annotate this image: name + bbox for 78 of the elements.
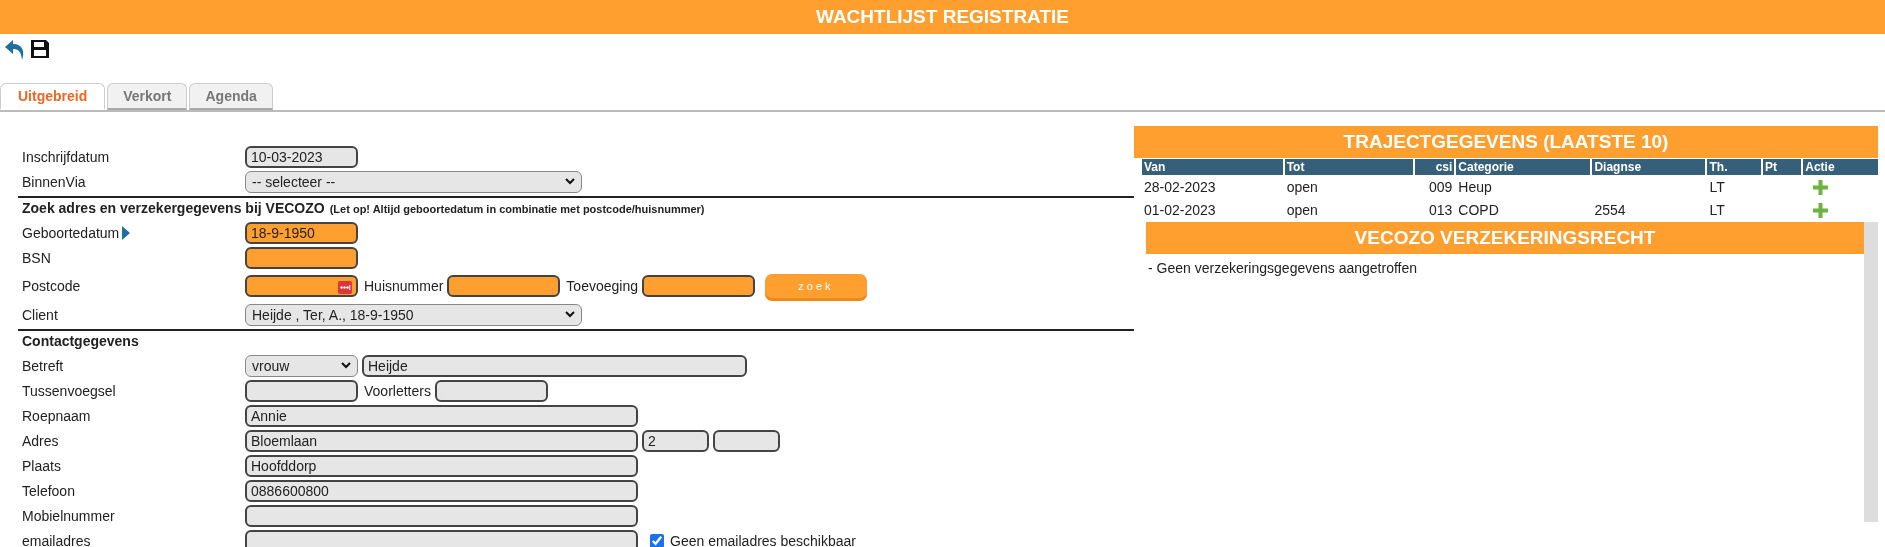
field-label: Inschrijfdatum (22, 148, 110, 165)
column-header: Tot (1284, 159, 1414, 175)
input-field[interactable]: 18-9-1950 (245, 221, 358, 244)
table-cell: LT (1709, 179, 1725, 195)
checkbox[interactable] (650, 533, 664, 547)
table-cell: 009 (1428, 179, 1453, 195)
status-message: - Geen verzekeringsgegevens aangetroffen (1147, 259, 1419, 278)
input-field[interactable] (245, 504, 638, 527)
input-field[interactable]: 0886600800 (245, 479, 638, 502)
field-label: Huisnummer (364, 278, 444, 294)
column-header: csi (1415, 159, 1455, 175)
dropdown-value: -- selecteer -- (252, 173, 336, 190)
input-field[interactable] (713, 429, 780, 452)
input-field[interactable]: 10-03-2023 (245, 145, 358, 168)
column-header: Diagnse (1592, 159, 1706, 175)
dropdown-value: vrouw (252, 357, 290, 374)
triangle-right-icon[interactable] (122, 225, 131, 240)
chevron-down-icon (565, 178, 575, 185)
dropdown[interactable]: Heijde , Ter, A., 18-9-1950 (245, 303, 582, 326)
column-header: Th. (1707, 159, 1761, 175)
input-field[interactable]: Annie (245, 404, 638, 427)
table-cell: open (1286, 179, 1318, 195)
input-field[interactable] (642, 275, 755, 297)
dropdown-value: Heijde , Ter, A., 18-9-1950 (252, 306, 414, 323)
field-label: Postcode (22, 278, 81, 294)
table-cell: open (1286, 202, 1318, 218)
field-label: BinnenVia (22, 173, 86, 190)
plus-icon[interactable] (1813, 202, 1829, 218)
section-heading: Zoek adres en verzekergegevens bij VECOZO (22, 200, 325, 216)
dropdown[interactable]: vrouw (245, 354, 358, 377)
input-field[interactable]: Heijde (362, 354, 747, 377)
input-field[interactable] (245, 275, 358, 297)
column-header: Categorie (1456, 159, 1591, 175)
table-cell: LT (1709, 202, 1725, 218)
input-field[interactable] (245, 379, 358, 402)
field-label: Adres (22, 432, 59, 449)
tab[interactable]: Agenda (189, 83, 273, 110)
input-field[interactable] (447, 275, 561, 297)
save-icon[interactable] (30, 38, 50, 60)
field-label: Geboortedatum (22, 224, 120, 241)
column-header: Van (1142, 159, 1283, 175)
field-label: BSN (22, 249, 51, 266)
table-cell: Heup (1458, 179, 1492, 195)
table-cell: COPD (1458, 202, 1499, 218)
field-label: Client (22, 306, 58, 323)
panel-title: VECOZO VERZEKERINGSRECHT (1146, 222, 1864, 254)
table-cell: 01-02-2023 (1144, 202, 1216, 218)
checkbox-label: Geen emailadres beschikbaar (670, 532, 856, 547)
section-heading: Contactgegevens (22, 333, 139, 349)
field-label: Betreft (22, 357, 64, 374)
dots-icon[interactable] (338, 281, 352, 294)
field-label: Mobielnummer (22, 507, 115, 524)
column-header: Actie (1803, 159, 1878, 175)
chevron-down-icon (565, 311, 575, 318)
dropdown[interactable]: -- selecteer -- (245, 170, 582, 193)
plus-icon[interactable] (1813, 179, 1829, 195)
field-label: emailadres (22, 532, 91, 547)
panel-title: TRAJECTGEGEVENS (LAATSTE 10) (1134, 126, 1878, 158)
field-label: Toevoeging (566, 278, 638, 294)
table-cell: 28-02-2023 (1144, 179, 1216, 195)
chevron-down-icon (341, 362, 351, 369)
field-label: Telefoon (22, 482, 75, 499)
input-field[interactable] (434, 379, 548, 402)
column-header: Pt (1763, 159, 1802, 175)
page-title: WACHTLIJST REGISTRATIE (0, 0, 1885, 34)
input-field[interactable] (245, 246, 358, 269)
field-label: Roepnaam (22, 407, 91, 424)
input-field[interactable]: Hoofddorp (245, 454, 638, 477)
tab[interactable]: Verkort (107, 83, 188, 110)
note-text: (Let op! Altijd geboortedatum in combinatie met postcode/huisnummer) (329, 203, 705, 215)
field-label: Tussenvoegsel (22, 382, 116, 399)
input-field[interactable] (245, 529, 638, 547)
input-field[interactable]: Bloemlaan (245, 429, 638, 452)
input-field[interactable]: 2 (642, 429, 709, 452)
field-label: Voorletters (364, 382, 431, 399)
table-cell: 013 (1428, 202, 1453, 218)
field-label: Plaats (22, 457, 61, 474)
table-cell: 2554 (1594, 202, 1626, 218)
